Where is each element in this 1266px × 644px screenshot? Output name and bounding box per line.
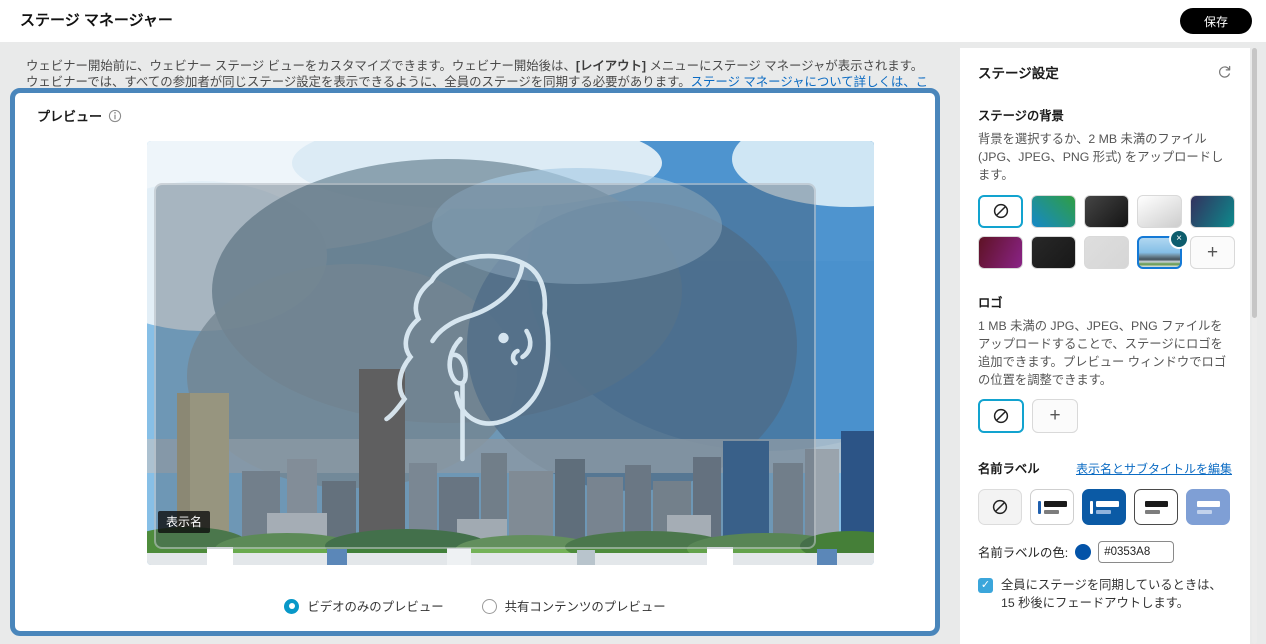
name-label-style-outline-dark[interactable] xyxy=(1134,489,1178,526)
background-description: 背景を選択するか、2 MB 未満のファイル (JPG、JPEG、PNG 形式) … xyxy=(978,132,1224,183)
bg-gradient-dark-wave[interactable] xyxy=(1084,194,1129,228)
info-icon xyxy=(108,109,122,122)
name-label-heading: 名前ラベル xyxy=(978,462,1040,477)
scrollbar-thumb[interactable] xyxy=(1252,48,1257,318)
bg-city-image[interactable]: × xyxy=(1137,230,1187,269)
name-tag: 表示名 xyxy=(158,511,211,533)
bg-gradient-silver-silk[interactable] xyxy=(1137,194,1182,228)
logo-add-button[interactable]: + xyxy=(1032,399,1078,434)
logo-description: 1 MB 未満の JPG、JPEG、PNG ファイルをアップロードすることで、ス… xyxy=(978,318,1227,388)
background-heading: ステージの背景 xyxy=(978,109,1064,123)
save-button[interactable]: 保存 xyxy=(1179,8,1252,34)
bg-black[interactable] xyxy=(1031,235,1076,269)
background-thumbnails: × + xyxy=(978,194,1235,269)
none-icon xyxy=(993,203,1008,219)
radio-icon[interactable] xyxy=(284,598,300,614)
bg-gradient-blue-green[interactable] xyxy=(1031,194,1076,228)
logo-buttons: + xyxy=(978,399,1232,434)
remove-background-icon[interactable]: × xyxy=(1171,230,1187,247)
sync-fadeout-text: 全員にステージを同期しているときは、15 秒後にフェードアウトします。 xyxy=(1001,578,1222,611)
name-label-style-none[interactable] xyxy=(978,489,1022,526)
refresh-icon[interactable] xyxy=(1217,65,1232,80)
bg-add-button[interactable]: + xyxy=(1190,235,1235,269)
sync-fadeout-checkbox[interactable]: ✓ xyxy=(978,578,993,594)
color-hex-input[interactable] xyxy=(1098,541,1175,564)
name-label-style-solid-periwinkle[interactable] xyxy=(1186,489,1230,526)
name-label-color-label: 名前ラベルの色: xyxy=(978,546,1069,561)
name-label-style-accent-solid-blue[interactable] xyxy=(1082,489,1126,526)
preview-mode-radios: ビデオのみのプレビュー 共有コンテンツのプレビュー xyxy=(15,597,935,615)
page-title: ステージ マネージャー xyxy=(20,12,173,29)
bg-gradient-maroon-magenta[interactable] xyxy=(978,235,1023,269)
radio-label: 共有コンテンツのプレビュー xyxy=(504,600,666,614)
bg-none[interactable] xyxy=(978,194,1023,228)
avatar-placeholder-icon xyxy=(384,253,551,462)
color-swatch[interactable] xyxy=(1075,544,1092,561)
stage-settings-sidebar: ステージ設定 ステージの背景 背景を選択するか、2 MB 未満のファイル (JP… xyxy=(960,48,1250,644)
preview-radio-1[interactable]: 共有コンテンツのプレビュー xyxy=(481,597,666,615)
app-header: ステージ マネージャー 保存 xyxy=(0,0,1266,42)
sidebar-title: ステージ設定 xyxy=(978,66,1059,81)
logo-none[interactable] xyxy=(978,399,1024,434)
sidebar-scrollbar[interactable] xyxy=(1252,48,1257,644)
video-preview-overlay[interactable]: 表示名 xyxy=(154,183,816,549)
preview-radio-0[interactable]: ビデオのみのプレビュー xyxy=(284,597,444,615)
banner-line1: ウェビナー開始前に、ウェビナー ステージ ビューをカスタマイズできます。ウェビナ… xyxy=(26,59,924,73)
name-label-styles xyxy=(978,489,1232,526)
bg-gradient-navy-teal[interactable] xyxy=(1190,194,1235,228)
radio-label: ビデオのみのプレビュー xyxy=(307,600,444,614)
edit-display-name-link[interactable]: 表示名とサブタイトルを編集 xyxy=(1076,460,1232,477)
logo-heading: ロゴ xyxy=(978,295,1003,310)
stage-background-image: 表示名 xyxy=(147,141,874,565)
radio-icon[interactable] xyxy=(481,598,497,614)
name-label-style-accent-light[interactable] xyxy=(1030,489,1074,526)
none-icon xyxy=(993,409,1009,424)
bg-light-gray[interactable] xyxy=(1084,235,1129,269)
preview-title: プレビュー xyxy=(37,109,103,124)
preview-panel: プレビュー 表示名 ビデオのみのプレビュー 共有コンテンツのプレビュー xyxy=(10,88,940,636)
none-icon xyxy=(992,500,1008,515)
